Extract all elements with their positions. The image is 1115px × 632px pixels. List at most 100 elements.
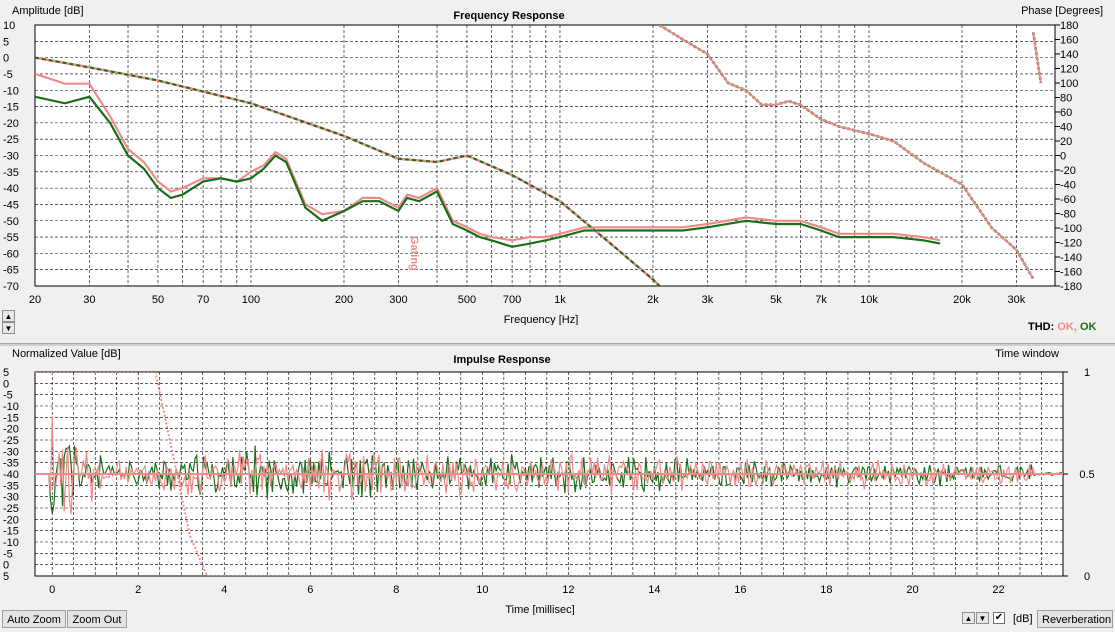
y-tick-label: -40 xyxy=(3,469,19,481)
x-tick-label: 20 xyxy=(906,584,918,596)
y-tick-label: -15 xyxy=(3,526,19,538)
phase-tick-label: -100 xyxy=(1060,223,1082,235)
auto-zoom-button[interactable]: Auto Zoom xyxy=(2,610,66,628)
x-tick-label: 4 xyxy=(221,584,227,596)
y-tick-label: -5 xyxy=(3,548,13,560)
x-tick-label: 200 xyxy=(335,294,353,306)
zoom-out-button[interactable]: Zoom Out xyxy=(67,610,127,628)
y-tick-label: 0 xyxy=(3,53,9,65)
x-tick-label: 18 xyxy=(820,584,832,596)
app-window: 10 5 0 -5 -10 -15 -20 -25 -30 -35 -40 -45 -50 -55 -60-… xyxy=(0,0,1115,632)
thd-ok-b: OK xyxy=(1079,321,1097,333)
x-tick-label: 20 xyxy=(29,294,41,306)
x-tick-label: 1k xyxy=(554,294,566,306)
x-tick-label: 14 xyxy=(648,584,660,596)
thd-ok-a: OK, xyxy=(1057,321,1077,333)
impulse-up-button[interactable]: ▲ xyxy=(962,612,975,624)
phase-tick-label: -40 xyxy=(1060,180,1076,192)
x-tick-label: 500 xyxy=(458,294,476,306)
y-tick-label: 0 xyxy=(3,560,9,572)
freq-scroll-up-button[interactable]: ▲ xyxy=(2,310,15,322)
phase-tick-label: -20 xyxy=(1060,165,1076,177)
x-tick-label: 30 xyxy=(83,294,95,306)
phase-tick-label: -80 xyxy=(1060,209,1076,221)
phase-tick-label: -60 xyxy=(1060,194,1076,206)
phase-tick-label: -160 xyxy=(1060,267,1082,279)
thd-label: THD: xyxy=(1028,321,1055,333)
chart-title: Impulse Response xyxy=(453,354,550,366)
x-tick-label: 50 xyxy=(152,294,164,306)
y-tick-label: -55 xyxy=(3,232,19,244)
y-tick-label: -65 xyxy=(3,265,19,277)
y-tick-label: -35 xyxy=(3,480,19,492)
y-tick-label: -70 xyxy=(3,281,19,293)
y-tick-label: 0 xyxy=(3,378,9,390)
x-tick-label: 7k xyxy=(815,294,827,306)
y-tick-label: -5 xyxy=(3,390,13,402)
phase-tick-label: 40 xyxy=(1060,122,1072,134)
y-tick-label: 5 xyxy=(3,36,9,48)
phase-tick-label: 80 xyxy=(1060,93,1072,105)
impulse-response-chart[interactable]: 50-5-10-15-20-25-30-35-40-35-30-25-20-15… xyxy=(0,345,1115,615)
phase-tick-label: 100 xyxy=(1060,78,1078,90)
x-tick-label: 22 xyxy=(992,584,1004,596)
y-tick-label: -35 xyxy=(3,458,19,470)
y-tick-label: -20 xyxy=(3,118,19,130)
x-tick-label: 3k xyxy=(702,294,714,306)
x-tick-label: 12 xyxy=(562,584,574,596)
phase-tick-label: -120 xyxy=(1060,238,1082,250)
y-tick-label: -30 xyxy=(3,151,19,163)
y-tick-label: -5 xyxy=(3,69,13,81)
phase-tick-label: 180 xyxy=(1060,20,1078,32)
x-axis-label: Frequency [Hz] xyxy=(504,314,579,325)
y-tick-label: -40 xyxy=(3,183,19,195)
x-tick-label: 0 xyxy=(49,584,55,596)
phase-tick-label: 0 xyxy=(1060,151,1066,163)
x-tick-label: 6 xyxy=(307,584,313,596)
y-tick-label: 10 xyxy=(3,20,15,32)
impulse-down-button[interactable]: ▼ xyxy=(976,612,989,624)
y-tick-label: 5 xyxy=(3,367,9,379)
x-tick-label: 5k xyxy=(770,294,782,306)
phase-tick-label: 140 xyxy=(1060,49,1078,61)
phase-tick-label: 60 xyxy=(1060,107,1072,119)
reverberation-button[interactable]: Reverberation xyxy=(1037,610,1113,628)
phase-tick-label: 20 xyxy=(1060,136,1072,148)
y-tick-label: -10 xyxy=(3,401,19,413)
phase-tick-label: 120 xyxy=(1060,64,1078,76)
phase-tick-label: -180 xyxy=(1060,281,1082,293)
x-tick-label: 100 xyxy=(242,294,260,306)
y-tick-label: -15 xyxy=(3,412,19,424)
y-axis-label: Amplitude [dB] xyxy=(12,5,84,17)
db-label: [dB] xyxy=(1013,613,1033,625)
freq-scroll-down-button[interactable]: ▼ xyxy=(2,322,15,334)
y-tick-label: -10 xyxy=(3,537,19,549)
frequency-response-chart[interactable]: 1050-5-10-15-20-25-30-35-40-45-50-55-60-… xyxy=(0,0,1115,325)
y-tick-label: -35 xyxy=(3,167,19,179)
y-tick-label: -50 xyxy=(3,216,19,228)
x-tick-label: 10k xyxy=(860,294,878,306)
y-tick-label: -25 xyxy=(3,134,19,146)
x-tick-label: 8 xyxy=(393,584,399,596)
x-tick-label: 2 xyxy=(135,584,141,596)
y-tick-label: -30 xyxy=(3,446,19,458)
y-tick-label: -20 xyxy=(3,514,19,526)
y-tick-label: -25 xyxy=(3,503,19,515)
x-tick-label: 70 xyxy=(197,294,209,306)
y-tick-label: -60 xyxy=(3,248,19,260)
y-axis-label: Normalized Value [dB] xyxy=(12,348,121,360)
right-tick-label: 0 xyxy=(1084,571,1090,583)
y-tick-label: -10 xyxy=(3,85,19,97)
thd-status: THD: OK, OK xyxy=(1028,321,1096,333)
y-tick-label: -15 xyxy=(3,102,19,114)
db-checkbox[interactable]: ✔ xyxy=(993,612,1005,624)
y2-axis-label: Phase [Degrees] xyxy=(1021,5,1103,17)
y2-axis-label: Time window xyxy=(995,348,1059,360)
y-tick-label: -30 xyxy=(3,492,19,504)
gating-marker: Gating xyxy=(408,236,420,271)
y-tick-label: -20 xyxy=(3,424,19,436)
x-tick-label: 20k xyxy=(953,294,971,306)
x-tick-label: 16 xyxy=(734,584,746,596)
y-tick-label: 5 xyxy=(3,571,9,583)
x-tick-label: 700 xyxy=(503,294,521,306)
